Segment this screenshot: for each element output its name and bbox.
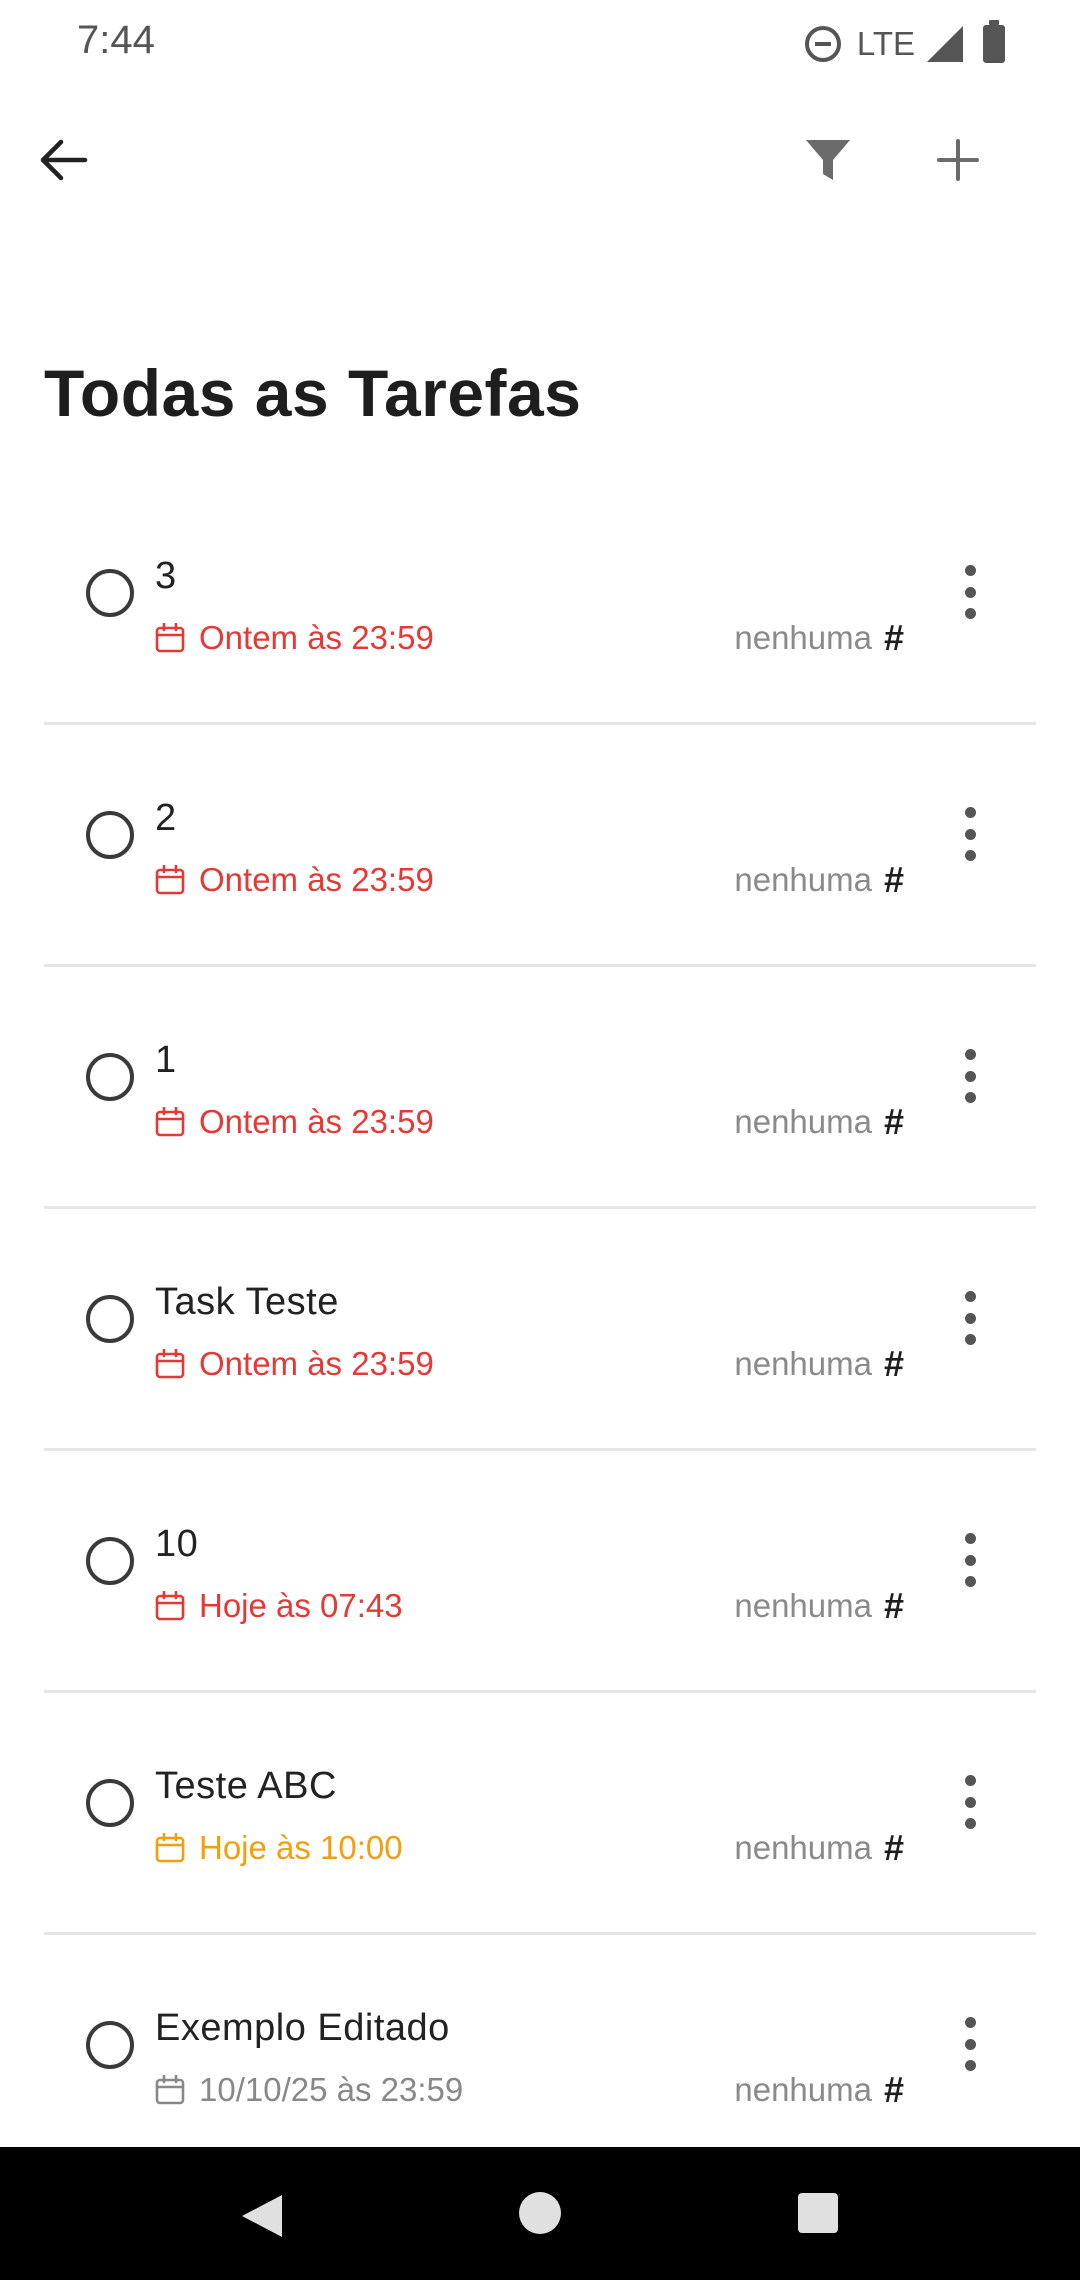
filter-button[interactable] — [788, 124, 868, 196]
task-row[interactable]: Teste ABC Hoje às 10:00 nenhuma # — [0, 1693, 1080, 1935]
task-tag-label: nenhuma — [734, 1829, 872, 1866]
nav-back-icon[interactable] — [238, 2191, 288, 2241]
task-due-text: 10/10/25 às 23:59 — [199, 2071, 464, 2108]
task-due-text: Ontem às 23:59 — [199, 1103, 434, 1140]
task-due-date: Ontem às 23:59 — [155, 1344, 434, 1384]
calendar-icon — [155, 1107, 185, 1137]
hash-icon: # — [883, 1343, 904, 1384]
task-due-text: Ontem às 23:59 — [199, 619, 434, 656]
task-title: 3 — [155, 555, 177, 597]
task-row[interactable]: 3 Ontem às 23:59 nenhuma # — [0, 483, 1080, 725]
status-time: 7:44 — [77, 18, 155, 62]
task-more-menu-button[interactable] — [944, 1041, 996, 1111]
calendar-icon — [155, 865, 185, 895]
task-row[interactable]: 1 Ontem às 23:59 nenhuma # — [0, 967, 1080, 1209]
task-due-text: Ontem às 23:59 — [199, 861, 434, 898]
calendar-icon — [155, 1833, 185, 1863]
top-toolbar — [0, 110, 1080, 210]
task-tag-label: nenhuma — [734, 1103, 872, 1140]
calendar-icon — [155, 1349, 185, 1379]
task-more-menu-button[interactable] — [944, 1525, 996, 1595]
task-complete-checkbox[interactable] — [86, 1295, 134, 1343]
more-vertical-icon — [964, 1775, 976, 1786]
task-title: Teste ABC — [155, 1765, 337, 1807]
task-tag-label: nenhuma — [734, 1345, 872, 1382]
task-tag-label: nenhuma — [734, 619, 872, 656]
calendar-icon — [155, 1591, 185, 1621]
task-complete-checkbox[interactable] — [86, 811, 134, 859]
task-row[interactable]: Task Teste Ontem às 23:59 nenhuma # — [0, 1209, 1080, 1451]
task-tag-label: nenhuma — [734, 861, 872, 898]
signal-icon — [927, 26, 963, 62]
hash-icon: # — [883, 617, 904, 658]
task-due-text: Hoje às 10:00 — [199, 1829, 403, 1866]
back-button[interactable] — [24, 124, 104, 196]
task-due-text: Hoje às 07:43 — [199, 1587, 403, 1624]
task-more-menu-button[interactable] — [944, 1767, 996, 1837]
task-due-date: Ontem às 23:59 — [155, 618, 434, 658]
task-complete-checkbox[interactable] — [86, 1779, 134, 1827]
task-tag: nenhuma # — [734, 1827, 904, 1869]
task-due-date: Hoje às 10:00 — [155, 1828, 403, 1868]
filter-icon — [806, 140, 850, 180]
task-tag: nenhuma # — [734, 2069, 904, 2111]
more-vertical-icon — [964, 2017, 976, 2028]
arrow-left-icon — [40, 139, 88, 181]
network-type: LTE — [856, 25, 915, 62]
nav-recents-icon[interactable] — [798, 2193, 838, 2233]
status-icons: LTE — [804, 20, 1005, 66]
task-title: 10 — [155, 1523, 199, 1565]
task-title: Task Teste — [155, 1281, 339, 1323]
more-vertical-icon — [964, 1291, 976, 1302]
task-due-date: Ontem às 23:59 — [155, 1102, 434, 1142]
task-title: 1 — [155, 1039, 177, 1081]
hash-icon: # — [883, 1585, 904, 1626]
more-vertical-icon — [964, 1049, 976, 1060]
nav-home-icon[interactable] — [519, 2192, 561, 2234]
task-due-text: Ontem às 23:59 — [199, 1345, 434, 1382]
task-list: 3 Ontem às 23:59 nenhuma #2 Ontem às 23:59 ne… — [0, 483, 1080, 2177]
plus-icon — [937, 139, 979, 181]
hash-icon: # — [883, 859, 904, 900]
task-tag: nenhuma # — [734, 859, 904, 901]
task-complete-checkbox[interactable] — [86, 2021, 134, 2069]
task-due-date: Ontem às 23:59 — [155, 860, 434, 900]
more-vertical-icon — [964, 807, 976, 818]
task-complete-checkbox[interactable] — [86, 1537, 134, 1585]
hash-icon: # — [883, 1827, 904, 1868]
task-due-date: Hoje às 07:43 — [155, 1586, 403, 1626]
task-tag: nenhuma # — [734, 1585, 904, 1627]
task-row[interactable]: Exemplo Editado 10/10/25 às 23:59 nenhuma # — [0, 1935, 1080, 2177]
task-row[interactable]: 2 Ontem às 23:59 nenhuma # — [0, 725, 1080, 967]
add-task-button[interactable] — [918, 124, 998, 196]
task-title: Exemplo Editado — [155, 2007, 450, 2049]
task-more-menu-button[interactable] — [944, 557, 996, 627]
task-tag: nenhuma # — [734, 1343, 904, 1385]
more-vertical-icon — [964, 1533, 976, 1544]
task-tag: nenhuma # — [734, 1101, 904, 1143]
task-title: 2 — [155, 797, 177, 839]
calendar-icon — [155, 2075, 185, 2105]
task-row[interactable]: 10 Hoje às 07:43 nenhuma # — [0, 1451, 1080, 1693]
do-not-disturb-icon — [804, 26, 841, 62]
battery-icon — [983, 20, 1005, 63]
system-navigation-bar — [0, 2147, 1080, 2280]
page-title: Todas as Tarefas — [44, 356, 582, 430]
task-tag-label: nenhuma — [734, 1587, 872, 1624]
task-tag: nenhuma # — [734, 617, 904, 659]
task-tag-label: nenhuma — [734, 2071, 872, 2108]
status-bar: 7:44 LTE — [0, 0, 1080, 88]
calendar-icon — [155, 623, 185, 653]
task-complete-checkbox[interactable] — [86, 569, 134, 617]
hash-icon: # — [883, 2069, 904, 2110]
hash-icon: # — [883, 1101, 904, 1142]
task-due-date: 10/10/25 às 23:59 — [155, 2070, 463, 2110]
task-more-menu-button[interactable] — [944, 799, 996, 869]
task-more-menu-button[interactable] — [944, 1283, 996, 1353]
task-more-menu-button[interactable] — [944, 2009, 996, 2079]
task-complete-checkbox[interactable] — [86, 1053, 134, 1101]
more-vertical-icon — [964, 565, 976, 576]
